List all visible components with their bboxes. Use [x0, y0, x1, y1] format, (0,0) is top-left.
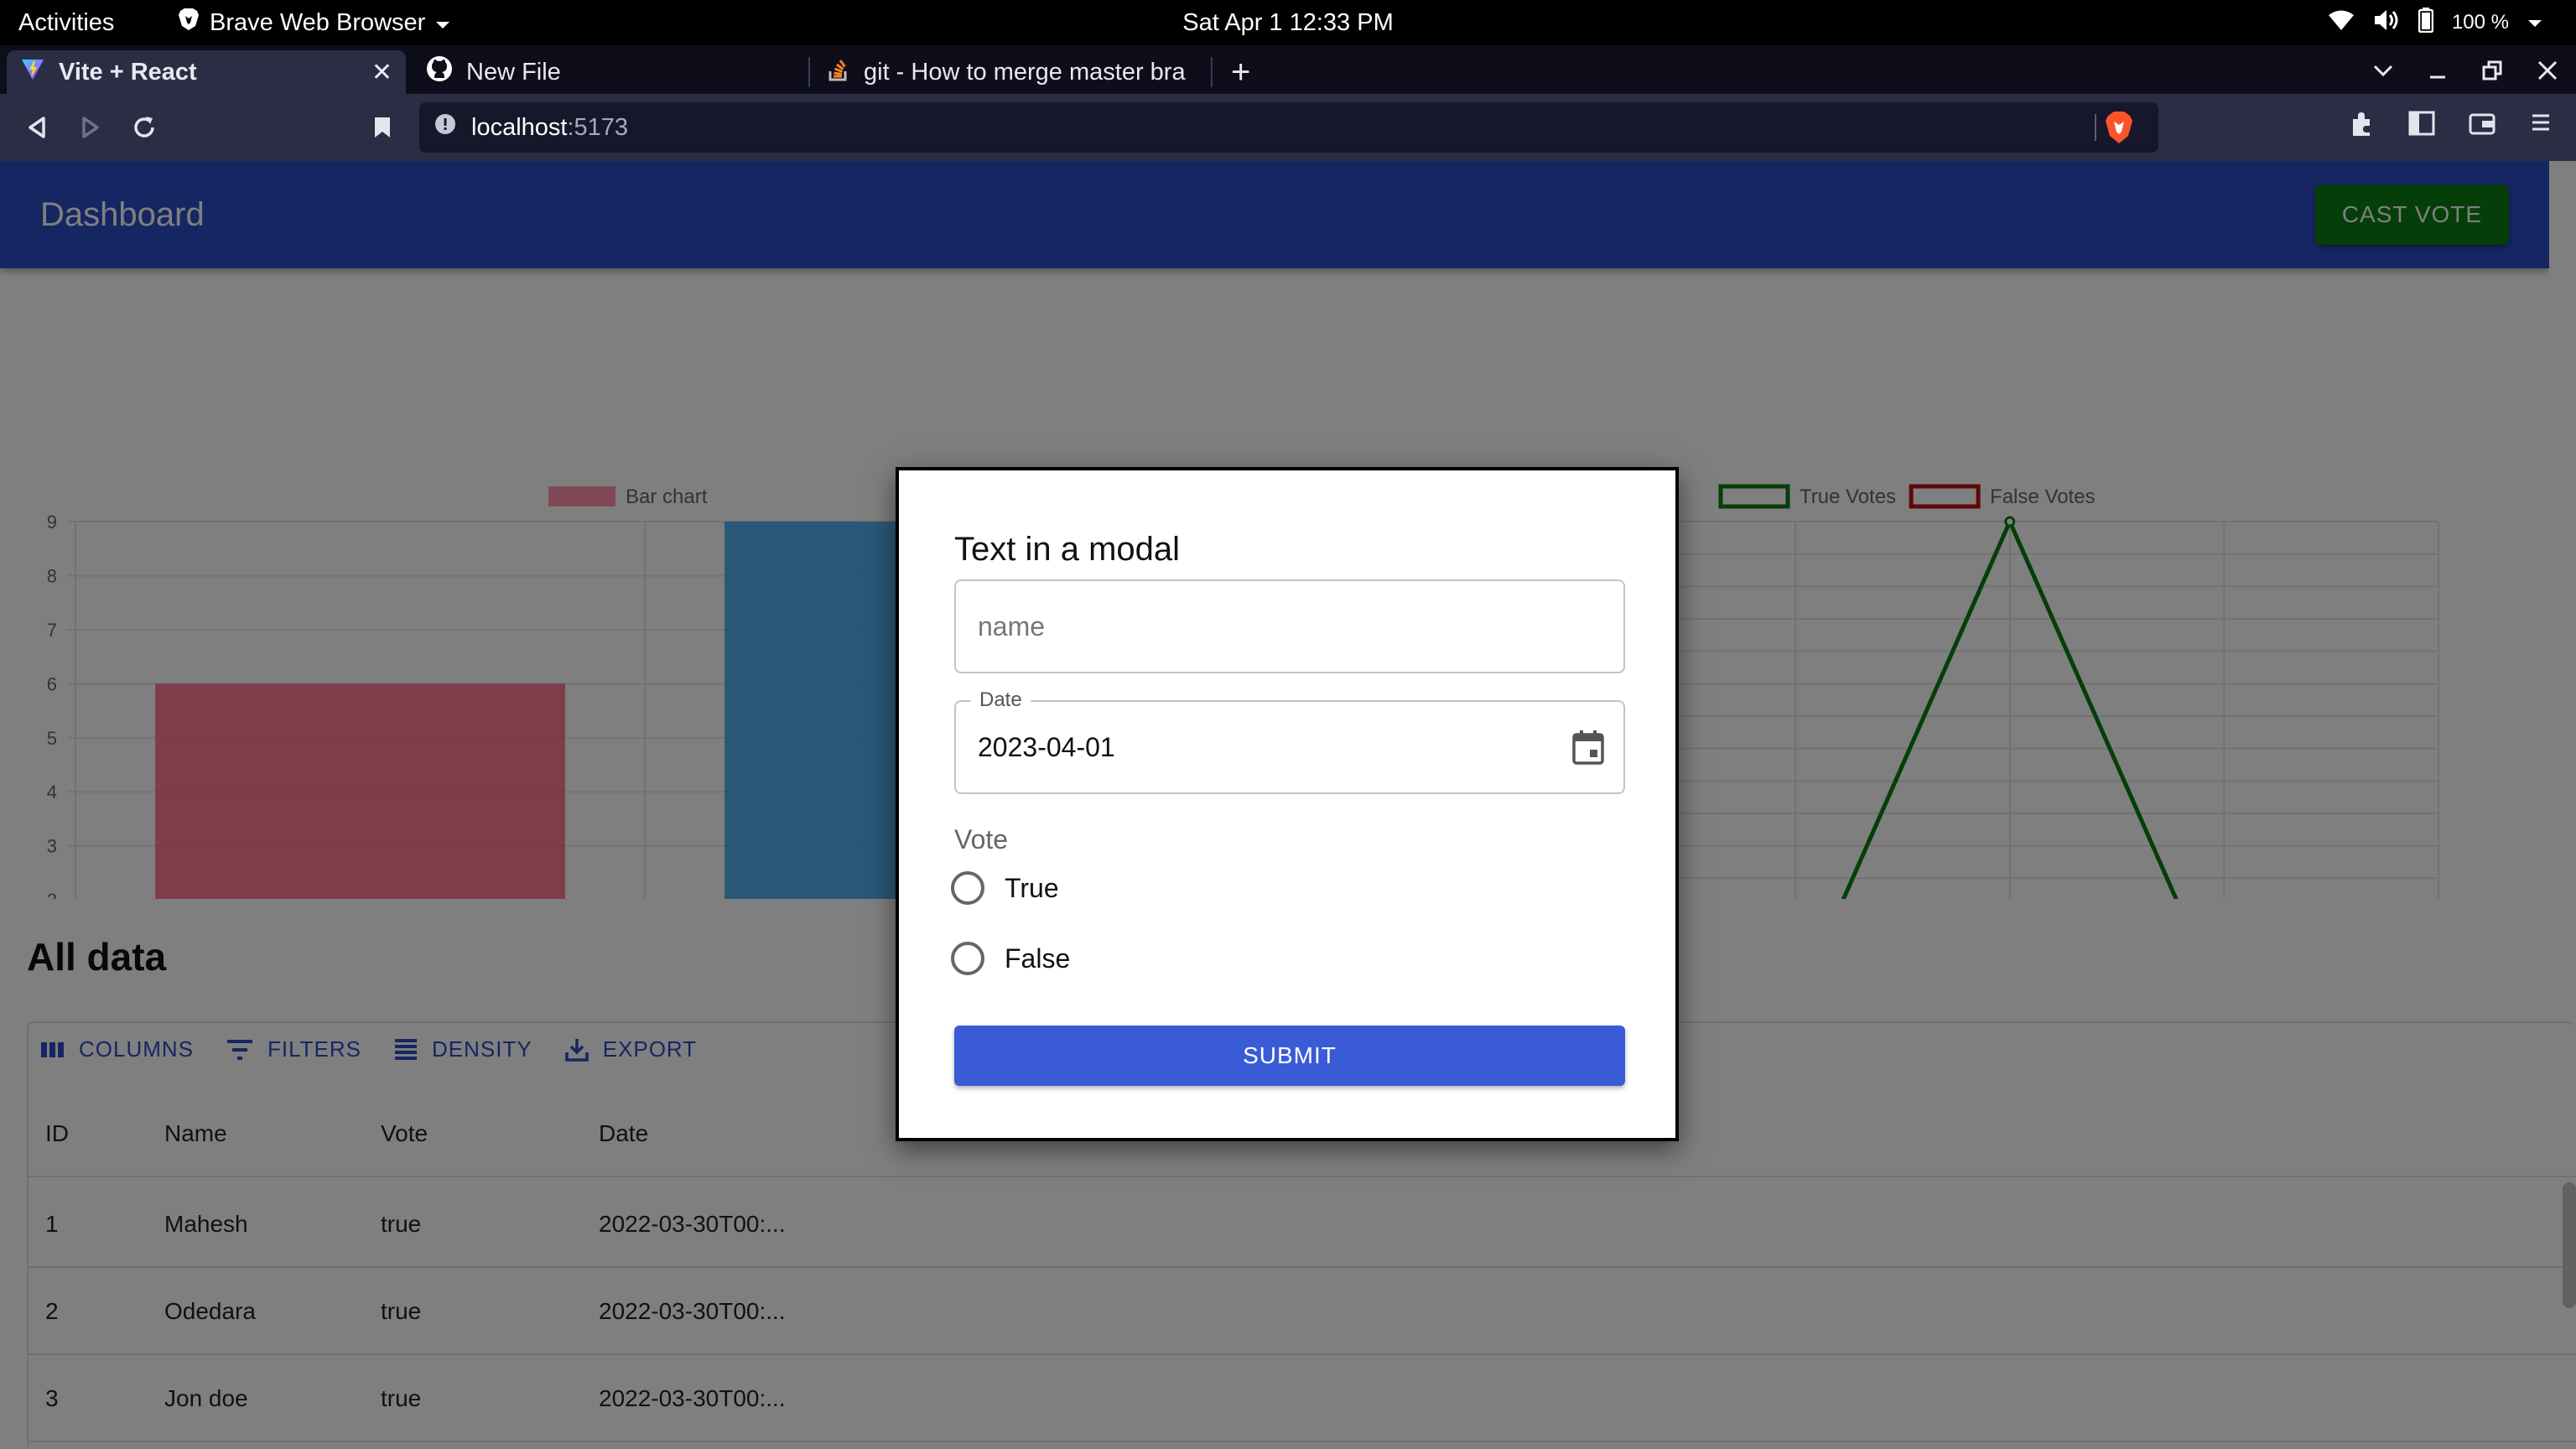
submit-button[interactable]: SUBMIT — [954, 1026, 1625, 1086]
activities-button[interactable]: Activities — [18, 0, 114, 45]
caret-down-icon — [2527, 11, 2542, 34]
radio-label-true: True — [1005, 872, 1059, 903]
browser-toolbar: localhost:5173 — [0, 94, 2576, 161]
vote-option-true[interactable]: True — [951, 871, 1059, 905]
radio-false[interactable] — [951, 942, 984, 975]
wallet-icon[interactable] — [2469, 111, 2496, 142]
sidebar-icon[interactable] — [2408, 111, 2435, 142]
github-icon — [426, 55, 453, 89]
battery-icon — [2418, 7, 2434, 39]
brave-shields-icon[interactable] — [2105, 111, 2133, 151]
brave-lion-icon — [178, 8, 200, 38]
system-top-bar: Activities Brave Web Browser Sat Apr 1 1… — [0, 0, 2576, 45]
extensions-icon[interactable] — [2348, 111, 2375, 142]
radio-true[interactable] — [951, 871, 984, 905]
url-text: localhost:5173 — [471, 114, 628, 142]
info-icon[interactable] — [434, 113, 456, 142]
plus-icon: + — [1231, 53, 1251, 91]
tab-separator — [808, 57, 810, 87]
tab-vite-react[interactable]: Vite + React ✕ — [7, 50, 406, 94]
tab-title: Vite + React — [59, 58, 197, 86]
name-input[interactable] — [954, 579, 1625, 673]
close-icon[interactable]: ✕ — [371, 58, 392, 87]
address-bar[interactable]: localhost:5173 — [419, 102, 2158, 153]
calendar-icon[interactable] — [1571, 729, 1605, 770]
system-tray[interactable]: 100 % — [2328, 0, 2542, 45]
vote-option-false[interactable]: False — [951, 942, 1070, 975]
app-menu[interactable]: Brave Web Browser — [178, 0, 450, 45]
bookmark-button[interactable] — [366, 111, 399, 144]
forward-icon — [82, 117, 99, 138]
battery-level: 100 % — [2451, 11, 2509, 34]
date-field[interactable]: Date — [954, 688, 1625, 794]
back-icon — [29, 117, 45, 138]
close-window-icon[interactable] — [2537, 60, 2558, 85]
stackoverflow-icon — [827, 56, 850, 88]
activities-label: Activities — [18, 8, 115, 36]
clock[interactable]: Sat Apr 1 12:33 PM — [1182, 9, 1393, 37]
url-host: localhost — [471, 113, 568, 141]
tab-list-chevron-icon[interactable] — [2373, 64, 2393, 81]
date-input[interactable] — [956, 702, 1560, 792]
caret-down-icon — [435, 9, 450, 37]
url-divider — [2095, 114, 2096, 141]
minimize-icon[interactable] — [2428, 61, 2447, 84]
url-port: :5173 — [567, 113, 629, 141]
hamburger-menu-icon[interactable] — [2529, 111, 2553, 142]
tab-stackoverflow[interactable]: git - How to merge master bra — [813, 50, 1211, 94]
volume-icon — [2373, 8, 2400, 38]
app-menu-label: Brave Web Browser — [210, 8, 426, 36]
tab-new-file[interactable]: New File — [413, 50, 807, 94]
tab-separator — [1211, 57, 1213, 87]
reload-icon — [134, 117, 154, 138]
bookmark-icon — [375, 117, 390, 138]
new-tab-button[interactable]: + — [1231, 50, 1250, 94]
vote-modal: Text in a modal Date Vote True False SUB… — [896, 467, 1679, 1141]
radio-label-false: False — [1005, 943, 1071, 974]
tab-title: git - How to merge master bra — [864, 58, 1186, 86]
browser-tab-strip: Vite + React ✕ New File git - How to mer… — [0, 45, 2576, 94]
vite-icon — [20, 56, 45, 88]
toolbar-actions — [2348, 111, 2553, 142]
tab-title: New File — [466, 58, 561, 86]
window-controls — [2373, 50, 2558, 94]
forward-button[interactable] — [74, 111, 107, 144]
back-button[interactable] — [20, 111, 54, 144]
reload-button[interactable] — [127, 111, 161, 144]
modal-title: Text in a modal — [954, 531, 1181, 568]
vote-label: Vote — [954, 824, 1009, 854]
wifi-icon — [2328, 9, 2355, 37]
restore-icon[interactable] — [2482, 60, 2502, 85]
